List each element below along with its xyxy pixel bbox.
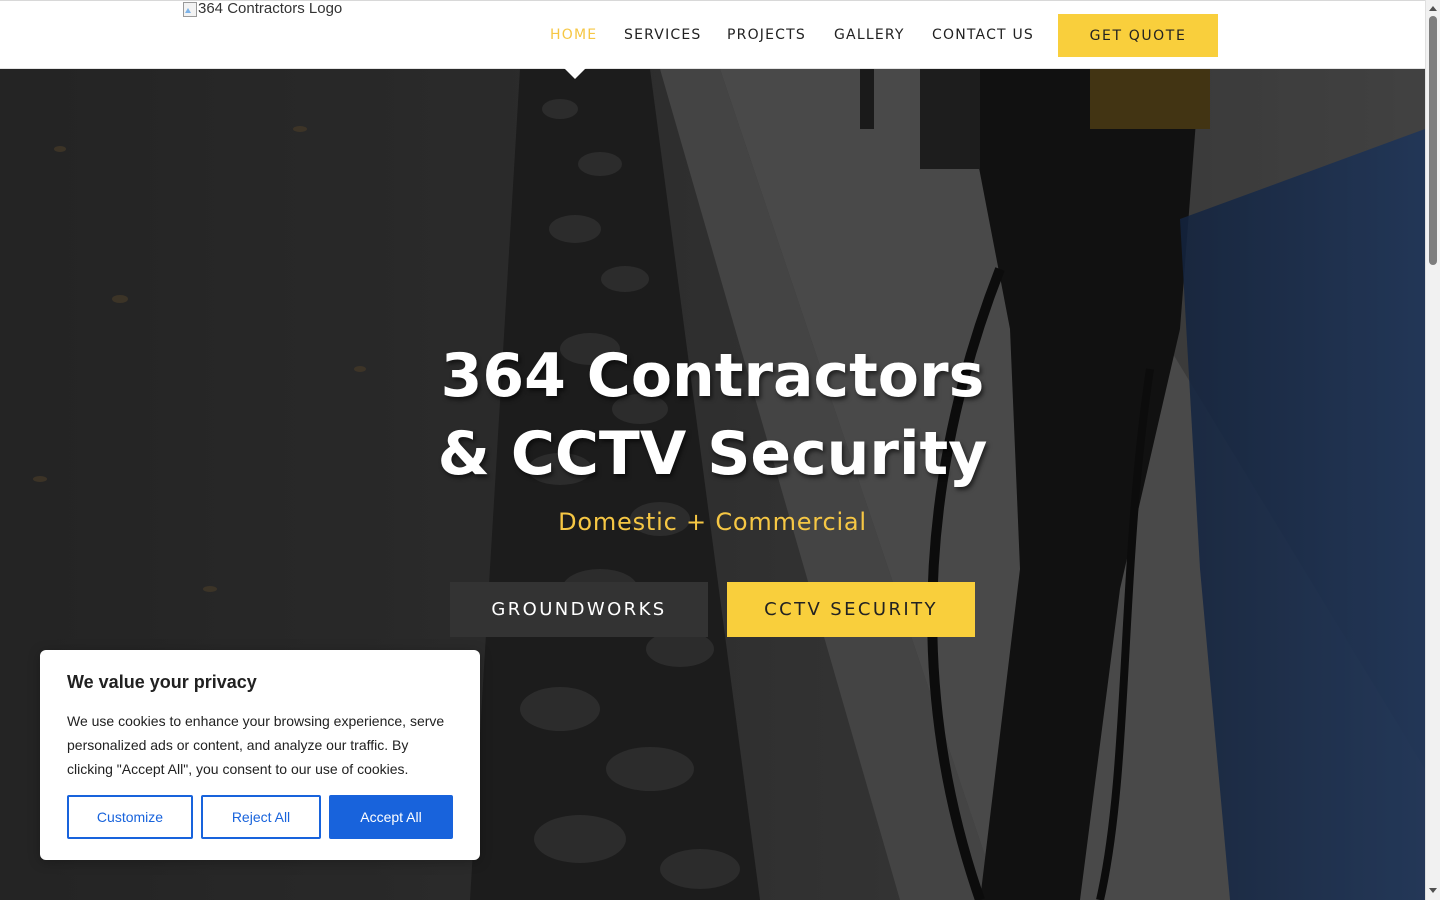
active-nav-pointer	[564, 68, 586, 79]
nav-projects[interactable]: PROJECTS	[727, 27, 806, 43]
page-scrollbar[interactable]	[1425, 0, 1440, 900]
scrollbar-thumb[interactable]	[1429, 16, 1437, 265]
nav-services[interactable]: SERVICES	[624, 27, 702, 43]
hero-subtitle: Domestic + Commercial	[558, 508, 867, 536]
cookie-consent-banner: We value your privacy We use cookies to …	[40, 650, 480, 860]
nav-home[interactable]: HOME	[550, 27, 597, 43]
get-quote-button[interactable]: GET QUOTE	[1058, 14, 1218, 57]
cookie-title: We value your privacy	[67, 672, 257, 692]
broken-image-icon	[182, 1, 198, 17]
cctv-security-button[interactable]: CCTV SECURITY	[727, 582, 975, 637]
scroll-up-arrow-icon[interactable]	[1429, 6, 1437, 11]
site-header: 364 Contractors Logo HOME SERVICES PROJE…	[0, 0, 1425, 69]
reject-all-button[interactable]: Reject All	[201, 795, 321, 839]
logo-alt-text: 364 Contractors Logo	[198, 0, 343, 17]
scroll-down-arrow-icon[interactable]	[1429, 888, 1437, 893]
hero-title: 364 Contractors & CCTV Security	[0, 337, 1425, 493]
accept-all-button[interactable]: Accept All	[329, 795, 453, 839]
customize-button[interactable]: Customize	[67, 795, 193, 839]
hero-title-line-2: & CCTV Security	[437, 419, 988, 489]
cookie-description: We use cookies to enhance your browsing …	[67, 713, 445, 777]
groundworks-button[interactable]: GROUNDWORKS	[450, 582, 708, 637]
nav-contact-us[interactable]: CONTACT US	[932, 27, 1034, 43]
hero-title-line-1: 364 Contractors	[440, 341, 985, 411]
nav-gallery[interactable]: GALLERY	[834, 27, 905, 43]
site-logo[interactable]: 364 Contractors Logo	[182, 1, 342, 17]
